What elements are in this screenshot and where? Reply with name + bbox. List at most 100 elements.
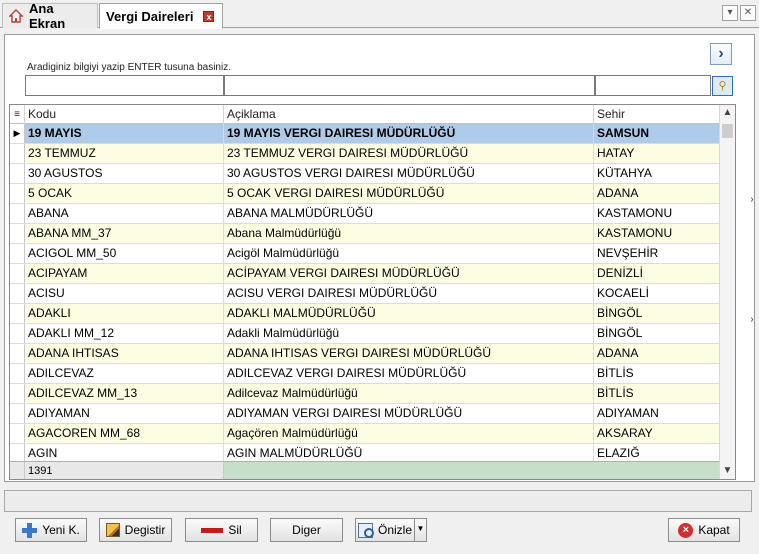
cell-kodu[interactable]: 19 MAYIS <box>25 124 224 143</box>
table-row[interactable]: 30 AGUSTOS 30 AGUSTOS VERGI DAIRESI MÜDÜR… <box>10 164 721 184</box>
cell-sehir[interactable]: ADANA <box>594 184 721 203</box>
cell-kodu[interactable]: ACIPAYAM <box>25 264 224 283</box>
cell-aciklama[interactable]: Abana Malmüdürlüğü <box>224 224 594 243</box>
table-row[interactable]: ABANA ABANA MALMÜDÜRLÜĞÜ KASTAMONU <box>10 204 721 224</box>
cell-aciklama[interactable]: ABANA MALMÜDÜRLÜĞÜ <box>224 204 594 223</box>
cell-sehir[interactable]: BİNGÖL <box>594 304 721 323</box>
row-indicator[interactable] <box>10 364 25 383</box>
cell-sehir[interactable]: BİNGÖL <box>594 324 721 343</box>
cell-sehir[interactable]: AKSARAY <box>594 424 721 443</box>
cell-kodu[interactable]: ADIYAMAN <box>25 404 224 423</box>
row-indicator[interactable] <box>10 244 25 263</box>
close-button[interactable]: × Kapat <box>668 518 740 542</box>
row-indicator[interactable] <box>10 184 25 203</box>
cell-aciklama[interactable]: 19 MAYIS VERGI DAIRESI MÜDÜRLÜĞÜ <box>224 124 594 143</box>
cell-kodu[interactable]: ADAKLI <box>25 304 224 323</box>
cell-kodu[interactable]: AGACOREN MM_68 <box>25 424 224 443</box>
scroll-thumb[interactable] <box>722 124 733 138</box>
next-page-button[interactable]: › <box>710 43 732 65</box>
cell-sehir[interactable]: KASTAMONU <box>594 224 721 243</box>
table-row[interactable]: 23 TEMMUZ 23 TEMMUZ VERGI DAIRESI MÜDÜRLÜ… <box>10 144 721 164</box>
table-row[interactable]: ACIGOL MM_50 Acigöl Malmüdürlüğü NEVŞEHİR <box>10 244 721 264</box>
cell-aciklama[interactable]: 5 OCAK VERGI DAIRESI MÜDÜRLÜĞÜ <box>224 184 594 203</box>
cell-aciklama[interactable]: ADAKLI MALMÜDÜRLÜĞÜ <box>224 304 594 323</box>
tab-dropdown-icon[interactable]: ▾ <box>722 5 738 21</box>
row-indicator[interactable] <box>10 164 25 183</box>
other-button[interactable]: Diger <box>270 518 343 542</box>
vertical-scrollbar[interactable]: ▲ ▼ <box>719 105 735 479</box>
row-indicator[interactable] <box>10 264 25 283</box>
table-row[interactable]: ACIPAYAM ACİPAYAM VERGI DAIRESI MÜDÜRLÜĞÜ… <box>10 264 721 284</box>
column-header-kodu[interactable]: Kodu <box>25 105 224 124</box>
cell-aciklama[interactable]: ADIYAMAN VERGI DAIRESI MÜDÜRLÜĞÜ <box>224 404 594 423</box>
row-indicator[interactable] <box>10 224 25 243</box>
edit-button[interactable]: Degistir <box>99 518 172 542</box>
scroll-down-icon[interactable]: ▼ <box>720 463 735 479</box>
cell-sehir[interactable]: ADANA <box>594 344 721 363</box>
cell-aciklama[interactable]: ACISU VERGI DAIRESI MÜDÜRLÜĞÜ <box>224 284 594 303</box>
table-row[interactable]: ADAKLI ADAKLI MALMÜDÜRLÜĞÜ BİNGÖL <box>10 304 721 324</box>
search-description-input[interactable] <box>224 75 595 96</box>
cell-kodu[interactable]: ADAKLI MM_12 <box>25 324 224 343</box>
table-row[interactable]: ADILCEVAZ MM_13 Adilcevaz Malmüdürlüğü BİT… <box>10 384 721 404</box>
cell-sehir[interactable]: HATAY <box>594 144 721 163</box>
column-menu-icon[interactable]: ≡ <box>10 105 25 124</box>
table-row[interactable]: 5 OCAK 5 OCAK VERGI DAIRESI MÜDÜRLÜĞÜ ADAN… <box>10 184 721 204</box>
table-row[interactable]: ADANA IHTISAS ADANA IHTISAS VERGI DAIRESI… <box>10 344 721 364</box>
cell-aciklama[interactable]: ADILCEVAZ VERGI DAIRESI MÜDÜRLÜĞÜ <box>224 364 594 383</box>
scroll-up-icon[interactable]: ▲ <box>720 105 735 121</box>
tab-home[interactable]: Ana Ekran <box>2 1 98 31</box>
row-indicator[interactable] <box>10 304 25 323</box>
cell-kodu[interactable]: ABANA <box>25 204 224 223</box>
cell-kodu[interactable]: ABANA MM_37 <box>25 224 224 243</box>
column-header-aciklama[interactable]: Açiklama <box>224 105 594 124</box>
cell-kodu[interactable]: ACISU <box>25 284 224 303</box>
cell-sehir[interactable]: NEVŞEHİR <box>594 244 721 263</box>
row-indicator[interactable] <box>10 424 25 443</box>
tab-vergi-daireleri[interactable]: Vergi Daireleri x <box>99 3 223 29</box>
window-close-icon[interactable]: ✕ <box>740 5 756 21</box>
delete-button[interactable]: Sil <box>185 518 258 542</box>
new-record-button[interactable]: Yeni K. <box>15 518 87 542</box>
search-city-input[interactable] <box>595 75 711 96</box>
side-arrow-right-icon-2[interactable]: › <box>747 313 757 327</box>
table-row[interactable]: ADAKLI MM_12 Adakli Malmüdürlüğü BİNGÖL <box>10 324 721 344</box>
cell-sehir[interactable]: SAMSUN <box>594 124 721 143</box>
cell-kodu[interactable]: 30 AGUSTOS <box>25 164 224 183</box>
table-row[interactable]: ▶ 19 MAYIS 19 MAYIS VERGI DAIRESI MÜDÜRLÜĞ… <box>10 124 721 144</box>
data-grid[interactable]: ≡ Kodu Açiklama Sehir ▶ 19 MAYIS 19 MAYIS … <box>9 104 736 480</box>
cell-aciklama[interactable]: Adakli Malmüdürlüğü <box>224 324 594 343</box>
row-indicator[interactable] <box>10 404 25 423</box>
row-indicator[interactable] <box>10 324 25 343</box>
table-row[interactable]: ACISU ACISU VERGI DAIRESI MÜDÜRLÜĞÜ KOCAEL… <box>10 284 721 304</box>
side-arrow-right-icon[interactable]: › <box>747 193 757 207</box>
cell-kodu[interactable]: ADILCEVAZ <box>25 364 224 383</box>
row-indicator[interactable] <box>10 384 25 403</box>
preview-dropdown-icon[interactable]: ▼ <box>414 518 426 542</box>
row-indicator[interactable] <box>10 344 25 363</box>
cell-aciklama[interactable]: 30 AGUSTOS VERGI DAIRESI MÜDÜRLÜĞÜ <box>224 164 594 183</box>
cell-kodu[interactable]: ADILCEVAZ MM_13 <box>25 384 224 403</box>
cell-aciklama[interactable]: Agaçören Malmüdürlüğü <box>224 424 594 443</box>
cell-sehir[interactable]: DENİZLİ <box>594 264 721 283</box>
table-row[interactable]: AGACOREN MM_68 Agaçören Malmüdürlüğü AKSAR… <box>10 424 721 444</box>
row-indicator[interactable] <box>10 204 25 223</box>
cell-kodu[interactable]: 23 TEMMUZ <box>25 144 224 163</box>
cell-aciklama[interactable]: ADANA IHTISAS VERGI DAIRESI MÜDÜRLÜĞÜ <box>224 344 594 363</box>
tab-close-icon[interactable]: x <box>203 10 215 22</box>
row-indicator[interactable] <box>10 284 25 303</box>
search-code-input[interactable] <box>25 75 224 96</box>
cell-sehir[interactable]: BİTLİS <box>594 364 721 383</box>
cell-aciklama[interactable]: Adilcevaz Malmüdürlüğü <box>224 384 594 403</box>
row-indicator-icon[interactable]: ▶ <box>10 124 25 143</box>
cell-kodu[interactable]: ADANA IHTISAS <box>25 344 224 363</box>
cell-sehir[interactable]: KÜTAHYA <box>594 164 721 183</box>
table-row[interactable]: ADILCEVAZ ADILCEVAZ VERGI DAIRESI MÜDÜRLÜ… <box>10 364 721 384</box>
filter-clear-button[interactable]: ⚲ <box>712 76 733 96</box>
cell-aciklama[interactable]: ACİPAYAM VERGI DAIRESI MÜDÜRLÜĞÜ <box>224 264 594 283</box>
table-row[interactable]: ABANA MM_37 Abana Malmüdürlüğü KASTAMONU <box>10 224 721 244</box>
cell-sehir[interactable]: KASTAMONU <box>594 204 721 223</box>
cell-sehir[interactable]: KOCAELİ <box>594 284 721 303</box>
table-row[interactable]: ADIYAMAN ADIYAMAN VERGI DAIRESI MÜDÜRLÜĞÜ… <box>10 404 721 424</box>
cell-kodu[interactable]: 5 OCAK <box>25 184 224 203</box>
